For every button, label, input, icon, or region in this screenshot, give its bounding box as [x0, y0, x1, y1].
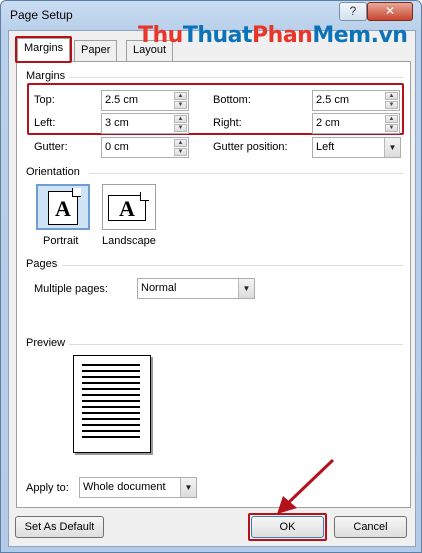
landscape-label: Landscape	[102, 235, 156, 247]
preview-line	[82, 412, 140, 414]
set-as-default-button[interactable]: Set As Default	[15, 516, 104, 538]
preview-line	[82, 406, 140, 408]
apply-to-select[interactable]: Whole document ▼	[79, 477, 197, 498]
bottom-margin-spinner[interactable]: ▲ ▼	[385, 92, 398, 109]
multiple-pages-select[interactable]: Normal ▼	[137, 278, 255, 299]
apply-to-value: Whole document	[83, 481, 166, 493]
window-title: Page Setup	[10, 8, 73, 22]
gutter-input[interactable]: 0 cm ▲ ▼	[101, 137, 189, 158]
margins-tab-panel: Margins Top: 2.5 cm ▲ ▼ Bottom: 2.5 cm ▲ ▼…	[16, 61, 411, 508]
gutter-position-label: Gutter position:	[213, 141, 288, 153]
spin-down-icon[interactable]: ▼	[174, 148, 187, 156]
pages-heading: Pages	[26, 258, 58, 270]
close-button[interactable]: ✕	[367, 2, 413, 21]
gutter-value: 0 cm	[105, 141, 129, 153]
watermark-logo: ThuThuatPhanMem.vn	[138, 23, 408, 48]
preview-page	[73, 355, 151, 453]
preview-line	[82, 364, 140, 366]
preview-divider	[69, 344, 403, 345]
watermark-part: Thu	[138, 23, 183, 48]
landscape-option[interactable]: A	[102, 184, 156, 230]
right-margin-value: 2 cm	[316, 117, 340, 129]
bottom-label: Bottom:	[213, 94, 251, 106]
multiple-pages-value: Normal	[141, 282, 177, 294]
tab-paper[interactable]: Paper	[74, 40, 118, 61]
spin-down-icon[interactable]: ▼	[385, 124, 398, 132]
watermark-part: Phan	[252, 23, 313, 48]
watermark-part: Thuat	[182, 23, 253, 48]
preview-heading: Preview	[26, 337, 66, 349]
top-label: Top:	[34, 94, 55, 106]
cancel-button[interactable]: Cancel	[334, 516, 407, 538]
chevron-down-icon[interactable]: ▼	[180, 478, 196, 497]
right-margin-input[interactable]: 2 cm ▲ ▼	[312, 113, 400, 134]
left-margin-value: 3 cm	[105, 117, 129, 129]
right-margin-spinner[interactable]: ▲ ▼	[385, 115, 398, 132]
tab-margins[interactable]: Margins	[17, 38, 71, 62]
preview-line	[82, 430, 140, 432]
portrait-option[interactable]: A	[36, 184, 90, 230]
spin-up-icon[interactable]: ▲	[385, 92, 398, 100]
left-margin-spinner[interactable]: ▲ ▼	[174, 115, 187, 132]
spin-down-icon[interactable]: ▼	[174, 124, 187, 132]
top-margin-spinner[interactable]: ▲ ▼	[174, 92, 187, 109]
spin-up-icon[interactable]: ▲	[174, 115, 187, 123]
landscape-page-icon: A	[108, 195, 146, 221]
apply-to-label: Apply to:	[26, 482, 69, 494]
top-margin-input[interactable]: 2.5 cm ▲ ▼	[101, 90, 189, 111]
watermark-part: Mem.vn	[312, 23, 408, 48]
pages-divider	[62, 265, 403, 266]
spin-up-icon[interactable]: ▲	[385, 115, 398, 123]
preview-line	[82, 388, 140, 390]
dialog-body: Margins Paper Layout Margins Top: 2.5 cm…	[8, 30, 416, 547]
bottom-margin-input[interactable]: 2.5 cm ▲ ▼	[312, 90, 400, 111]
preview-line	[82, 418, 140, 420]
orientation-divider	[89, 173, 403, 174]
bottom-margin-value: 2.5 cm	[316, 94, 350, 106]
margins-heading: Margins	[26, 70, 66, 82]
chevron-down-icon[interactable]: ▼	[238, 279, 254, 298]
gutter-position-select[interactable]: Left ▼	[312, 137, 401, 158]
top-margin-value: 2.5 cm	[105, 94, 139, 106]
gutter-label: Gutter:	[34, 141, 68, 153]
orientation-heading: Orientation	[26, 166, 80, 178]
preview-line	[82, 370, 140, 372]
pointer-arrow-icon	[277, 458, 335, 514]
spin-down-icon[interactable]: ▼	[385, 101, 398, 109]
left-margin-input[interactable]: 3 cm ▲ ▼	[101, 113, 189, 134]
page-setup-window: Page Setup ? ✕ Margins Paper Layout Marg…	[0, 0, 422, 553]
multiple-pages-label: Multiple pages:	[34, 283, 108, 295]
preview-line	[82, 382, 140, 384]
right-label: Right:	[213, 117, 242, 129]
margins-divider	[69, 77, 403, 78]
preview-line	[82, 436, 140, 438]
gutter-position-value: Left	[316, 141, 335, 153]
spin-up-icon[interactable]: ▲	[174, 92, 187, 100]
preview-line	[82, 376, 140, 378]
preview-line	[82, 424, 140, 426]
gutter-spinner[interactable]: ▲ ▼	[174, 139, 187, 156]
portrait-page-icon: A	[48, 191, 78, 225]
help-button[interactable]: ?	[339, 2, 367, 21]
preview-line	[82, 400, 140, 402]
chevron-down-icon[interactable]: ▼	[384, 138, 400, 157]
left-label: Left:	[34, 117, 56, 129]
spin-down-icon[interactable]: ▼	[174, 101, 187, 109]
spin-up-icon[interactable]: ▲	[174, 139, 187, 147]
preview-line	[82, 394, 140, 396]
portrait-label: Portrait	[43, 235, 79, 247]
